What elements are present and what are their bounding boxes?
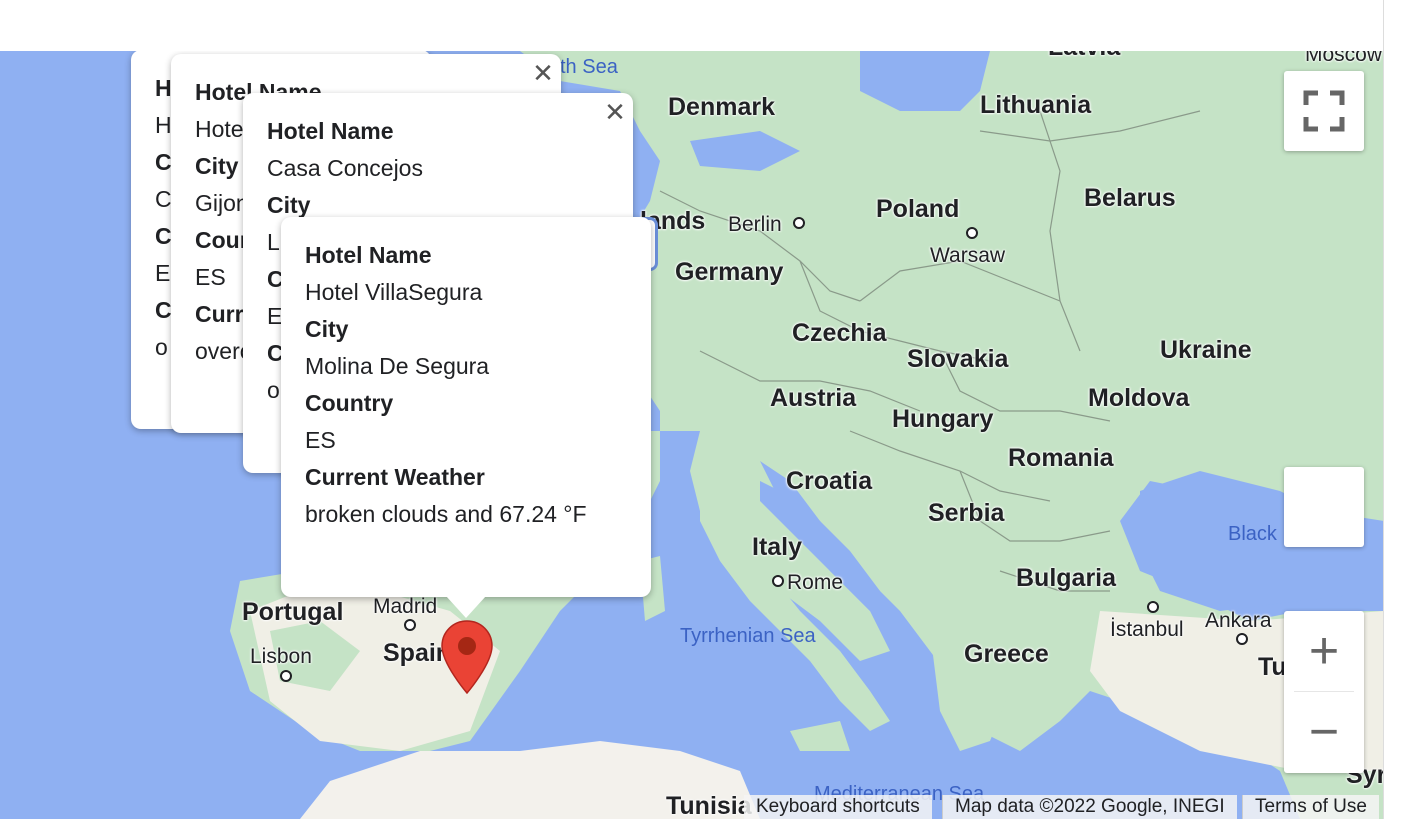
street-view-button[interactable] [1284, 467, 1364, 547]
map-marker-icon[interactable] [440, 619, 494, 695]
city-label: Lisbon [250, 645, 312, 668]
country-label: Latvia [1048, 51, 1120, 62]
terms-of-use-link[interactable]: Terms of Use [1242, 795, 1379, 819]
field-label: Hotel Name [267, 118, 394, 144]
country-label: Croatia [786, 467, 873, 495]
field-value: Hotel VillaSegura [305, 279, 483, 305]
info-window-tail [446, 596, 486, 618]
field-value: Molina De Segura [305, 353, 490, 379]
city-label: Madrid [373, 595, 438, 618]
fullscreen-button[interactable] [1284, 71, 1364, 151]
country-label: Slovakia [907, 345, 1009, 373]
info-window-4: Hotel Name Hotel VillaSegura City Molina De… [281, 217, 651, 597]
country-label: Austria [770, 384, 857, 412]
city-dot-icon [280, 670, 292, 682]
zoom-out-button[interactable]: − [1284, 692, 1364, 772]
city-dot-icon [793, 217, 805, 229]
field-label: City [305, 316, 349, 342]
map-data-text: Map data ©2022 Google, INEGI [942, 795, 1237, 819]
country-label: Italy [752, 533, 803, 561]
field-label: Current Weather [305, 464, 485, 490]
city-dot-icon [772, 575, 784, 587]
country-label: Lithuania [980, 91, 1092, 119]
country-label: Denmark [668, 93, 775, 121]
field-value: Casa Concejos [267, 155, 423, 181]
country-label: Romania [1008, 444, 1114, 472]
country-label: Czechia [792, 319, 887, 347]
country-label: Belarus [1084, 184, 1176, 212]
country-label: Germany [675, 258, 784, 286]
city-label: Berlin [728, 213, 782, 236]
close-icon[interactable]: ✕ [529, 59, 557, 87]
city-dot-icon [966, 227, 978, 239]
page-scrollbar[interactable] [1383, 0, 1419, 819]
country-label: Greece [964, 640, 1049, 668]
field-label: Hotel Name [305, 242, 432, 268]
sea-label: th Sea [560, 56, 618, 78]
sea-label: Tyrrhenian Sea [680, 625, 816, 647]
zoom-in-button[interactable]: + [1284, 611, 1364, 691]
map-canvas[interactable]: Denmark Lithuania Belarus Poland lands German… [0, 51, 1384, 819]
country-label: Hungary [892, 405, 994, 433]
sea-label: Black [1228, 523, 1277, 545]
country-label: Bulgaria [1016, 564, 1117, 592]
field-value: broken clouds and 67.24 °F [305, 501, 587, 527]
close-icon[interactable]: ✕ [601, 98, 629, 126]
city-label: Warsaw [930, 244, 1006, 267]
country-label: Tunisia [666, 792, 752, 819]
country-label: Tu [1258, 653, 1287, 681]
city-label: Ankara [1205, 609, 1272, 632]
country-label: Serbia [928, 499, 1005, 527]
fullscreen-icon [1303, 90, 1345, 132]
country-label: Ukraine [1160, 336, 1252, 364]
city-dot-icon [1147, 601, 1159, 613]
info-window-content: Hotel Name Hotel VillaSegura City Molina De… [281, 217, 651, 553]
country-label: Portugal [242, 598, 344, 626]
city-dot-icon [404, 619, 416, 631]
city-label: İstanbul [1110, 618, 1184, 641]
country-label: Poland [876, 195, 960, 223]
keyboard-shortcuts-link[interactable]: Keyboard shortcuts [744, 795, 932, 819]
country-label: Moldova [1088, 384, 1190, 412]
city-dot-icon [1236, 633, 1248, 645]
field-value: ES [305, 427, 336, 453]
city-label: Rome [787, 571, 844, 594]
city-label: Moscow [1305, 51, 1383, 66]
field-label: Country [305, 390, 394, 416]
zoom-control: + − [1284, 611, 1364, 773]
